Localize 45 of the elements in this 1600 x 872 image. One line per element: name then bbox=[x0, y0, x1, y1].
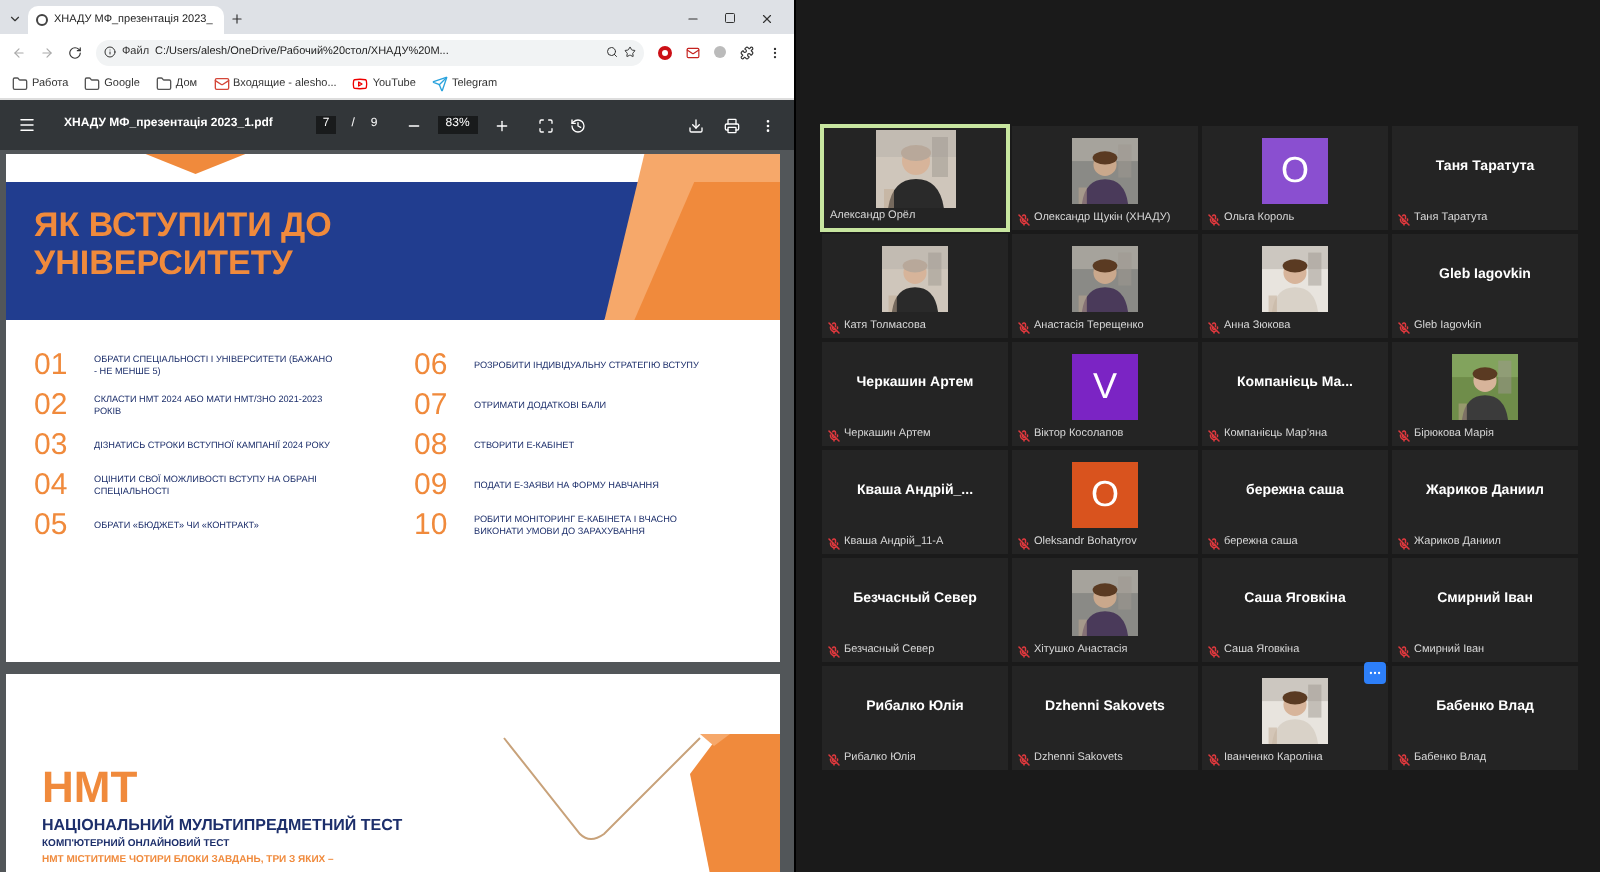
step-number: 10 bbox=[414, 510, 450, 540]
avatar-letter: V bbox=[1092, 368, 1117, 404]
download-icon[interactable] bbox=[688, 117, 704, 133]
search-icon[interactable] bbox=[606, 46, 618, 58]
menu-icon[interactable] bbox=[768, 45, 782, 59]
reload-icon[interactable] bbox=[68, 45, 82, 59]
folder-icon bbox=[84, 76, 101, 92]
step-number: 01 bbox=[34, 350, 70, 380]
folder-icon bbox=[155, 76, 172, 92]
slide-title: УНІВЕРСИТЕТУ bbox=[34, 244, 295, 282]
step-number: 04 bbox=[34, 470, 70, 500]
step-number: 05 bbox=[34, 510, 70, 540]
step-number: 08 bbox=[414, 430, 450, 460]
info-icon bbox=[104, 46, 116, 58]
globe-icon bbox=[36, 14, 48, 26]
menu-icon[interactable] bbox=[18, 116, 36, 134]
step-number: 09 bbox=[414, 470, 450, 500]
extensions-icon[interactable] bbox=[740, 45, 754, 59]
slide-subtitle: НАЦІОНАЛЬНИЙ МУЛЬТИПРЕДМЕТНИЙ ТЕСТ bbox=[42, 814, 403, 837]
avatar-letter: O bbox=[1280, 152, 1309, 188]
more-icon bbox=[1368, 666, 1382, 680]
step-number: 06 bbox=[414, 350, 450, 380]
print-icon[interactable] bbox=[724, 117, 740, 133]
more-button[interactable] bbox=[1364, 662, 1386, 684]
avatar-letter: O bbox=[1090, 476, 1119, 512]
new-tab-icon[interactable] bbox=[230, 12, 244, 26]
step-number: 07 bbox=[414, 390, 450, 420]
play-icon bbox=[352, 76, 369, 92]
tab-list-icon[interactable] bbox=[8, 12, 22, 26]
slide-title: ЯК ВСТУПИТИ ДО bbox=[34, 206, 332, 244]
minimize-icon[interactable] bbox=[686, 12, 700, 26]
circle-o-icon[interactable] bbox=[658, 45, 672, 59]
slide-heading: НМТ bbox=[42, 766, 140, 810]
step-number: 02 bbox=[34, 390, 70, 420]
maximize-icon[interactable] bbox=[724, 12, 736, 24]
mail-icon[interactable] bbox=[686, 45, 700, 59]
mail-icon bbox=[213, 76, 230, 92]
paper-plane-icon bbox=[431, 76, 448, 92]
folder-icon bbox=[12, 76, 28, 92]
close-window-icon[interactable] bbox=[760, 12, 774, 26]
rotate-icon[interactable] bbox=[569, 117, 586, 133]
zoom-in-icon[interactable] bbox=[493, 117, 510, 133]
star-icon[interactable] bbox=[624, 46, 636, 58]
fit-icon[interactable] bbox=[537, 117, 554, 133]
step-number: 03 bbox=[34, 430, 70, 460]
